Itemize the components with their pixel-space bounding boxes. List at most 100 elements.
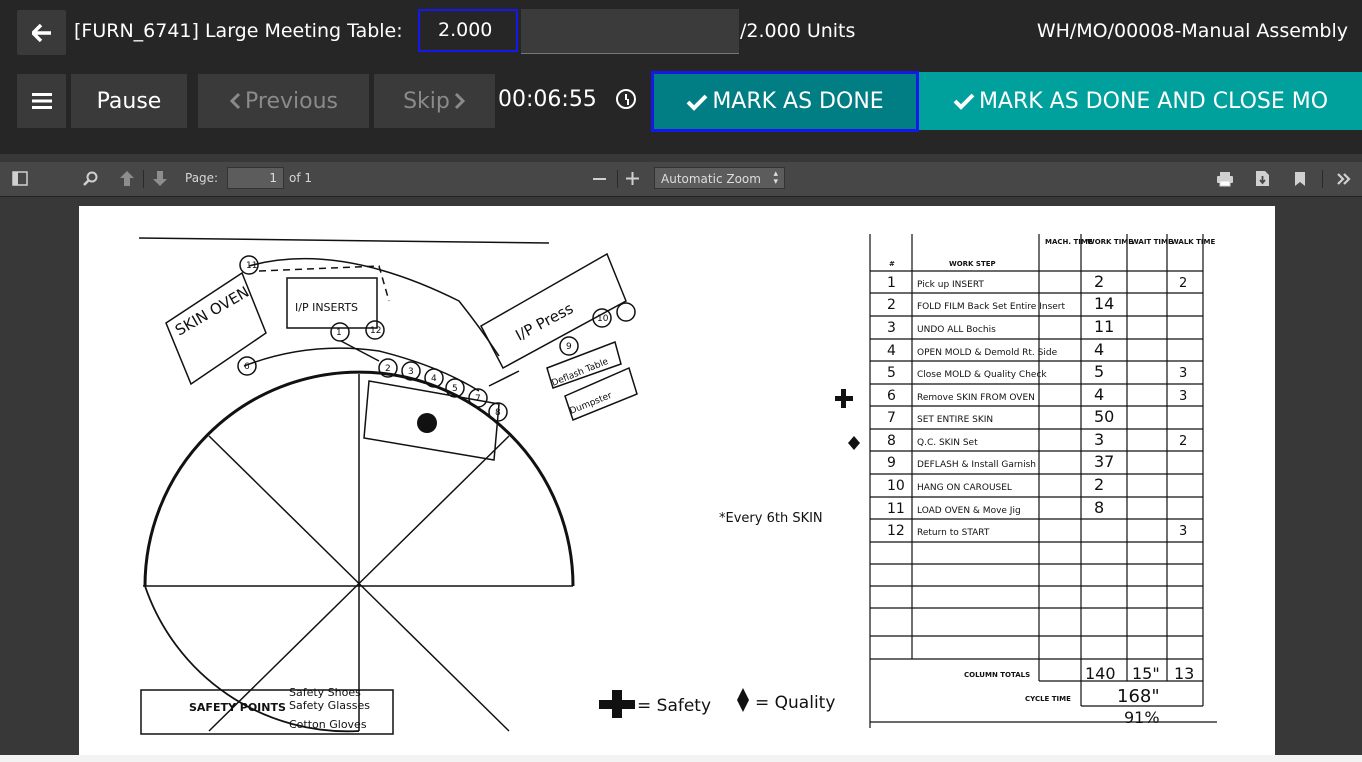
svg-text:6: 6 [244,362,250,372]
row-work-step: SET ENTIRE SKIN [917,415,993,425]
mark-as-done-and-close-label: MARK AS DONE AND CLOSE MO [978,88,1329,114]
search-icon[interactable] [83,171,98,186]
safety-item-3: Cotton Gloves [289,718,367,731]
row-work-time: 2 [1094,475,1104,494]
previous-button[interactable]: Previous [198,74,369,128]
row-walk-time: 3 [1179,524,1187,539]
bookmark-icon[interactable] [1294,171,1306,187]
check-icon [953,93,975,110]
row-work-step: OPEN MOLD & Demold Rt. Side [917,348,1058,358]
product-title: [FURN_6741] Large Meeting Table: [74,20,403,42]
pause-label: Pause [96,88,162,114]
safety-item-2: Safety Glasses [289,699,370,712]
legend-quality-diamond-icon [737,688,749,712]
pdf-page: 11 1 12 623 457 8 9 10 SKIN OVEN I/P INSERTS… [79,206,1275,762]
check-icon [686,94,708,111]
efficiency-percent: 91% [1124,708,1160,727]
row-work-time: 11 [1094,317,1114,336]
page-number-input[interactable]: 1 [227,167,284,189]
chevron-left-icon [229,92,241,110]
pause-button[interactable]: Pause [71,74,187,128]
sidebar-toggle-icon[interactable] [12,171,28,186]
arrow-left-icon [31,23,51,42]
column-totals-label: COLUMN TOTALS [964,671,1030,679]
col-header-number: # [889,260,895,268]
svg-text:11: 11 [246,261,257,271]
svg-text:1: 1 [336,328,342,338]
hamburger-icon [31,93,52,109]
every-sixth-note: *Every 6th SKIN [719,511,823,526]
toolbar-separator [617,170,618,188]
zoom-select[interactable]: Automatic Zoom ▴ ▾ [654,167,785,189]
row-number: 8 [887,433,896,449]
row-work-step: LOAD OVEN & Move Jig [917,506,1021,516]
chevron-right-icon [454,92,466,110]
row-work-time: 2 [1094,272,1104,291]
row-number: 1 [887,275,896,291]
row-work-time: 8 [1094,498,1104,517]
menu-button[interactable] [17,74,66,128]
header-bar: [FURN_6741] Large Meeting Table: 2.000 /… [0,0,1362,64]
zoom-in-icon[interactable] [626,172,639,185]
row-work-step: HANG ON CAROUSEL [917,483,1012,493]
svg-text:10: 10 [597,314,609,324]
tools-icon[interactable] [1336,172,1352,186]
row-work-time: 14 [1094,294,1114,313]
prev-page-icon[interactable] [119,170,135,187]
row-work-step: DEFLASH & Install Garnish [917,460,1036,470]
row-work-step: FOLD FILM Back Set Entire Insert [917,302,1065,312]
manufacturing-order-ref: WH/MO/00008-Manual Assembly [1036,20,1348,42]
page-count: of 1 [289,171,313,185]
row-work-step: Q.C. SKIN Set [917,438,978,448]
toolbar-separator [1322,170,1323,188]
svg-text:2: 2 [385,364,391,374]
col-header-wait: WAIT TIME [1131,238,1173,246]
row-walk-time: 2 [1179,276,1187,291]
svg-text:3: 3 [408,367,414,377]
quantity-input[interactable]: 2.000 [418,9,518,52]
units-label: /2.000 Units [740,20,856,42]
row-work-time: 3 [1094,430,1104,449]
clock-icon [616,89,636,109]
timer: 00:06:55 [498,87,597,112]
pdf-toolbar: Page: 1 of 1 Automatic Zoom ▴ ▾ [0,162,1362,197]
legend-quality-label: = Quality [755,693,835,713]
zoom-out-icon[interactable] [593,178,606,181]
row-work-step: Close MOLD & Quality Check [917,370,1047,380]
row-number: 12 [887,523,905,539]
row-walk-time: 2 [1179,434,1187,449]
svg-text:12: 12 [370,326,381,336]
next-page-icon[interactable] [152,170,168,187]
bottom-strip [0,755,1362,762]
svg-text:8: 8 [495,408,501,418]
deflash-table-label: Deflash Table [550,357,610,389]
col-header-walk: WALK TIME [1171,238,1215,246]
legend-safety-label: = Safety [637,696,711,716]
col-header-mach: MACH. TIME [1045,238,1093,246]
work-instruction-drawing: 111 12 623 457 8910 SKIN OVEN I/P INSERTS… [138,234,1217,735]
row-work-time: 50 [1094,407,1114,426]
svg-text:7: 7 [475,394,481,404]
row-work-time: 4 [1094,340,1104,359]
skip-label: Skip [403,88,450,114]
cycle-time-value: 168" [1117,686,1160,707]
download-icon[interactable] [1255,170,1270,187]
page-label: Page: [185,171,219,185]
mark-as-done-and-close-button[interactable]: MARK AS DONE AND CLOSE MO [919,72,1362,130]
row-number: 7 [887,410,896,426]
quantity-field-background[interactable] [521,9,739,54]
row-work-time: 37 [1094,452,1114,471]
total-walk: 13 [1174,664,1194,683]
legend-safety-cross-icon [599,690,635,718]
mark-as-done-button[interactable]: MARK AS DONE [651,71,919,132]
toolbar-separator [143,170,144,188]
row-work-step: Remove SKIN FROM OVEN [917,393,1035,403]
back-button[interactable] [17,10,66,55]
row-work-time: 5 [1094,362,1104,381]
row-work-step: Return to START [917,528,990,538]
svg-text:9: 9 [566,342,572,352]
col-header-work: WORK TIME [1087,238,1133,246]
print-icon[interactable] [1216,171,1234,187]
svg-text:5: 5 [452,384,458,394]
skip-button[interactable]: Skip [374,74,495,128]
